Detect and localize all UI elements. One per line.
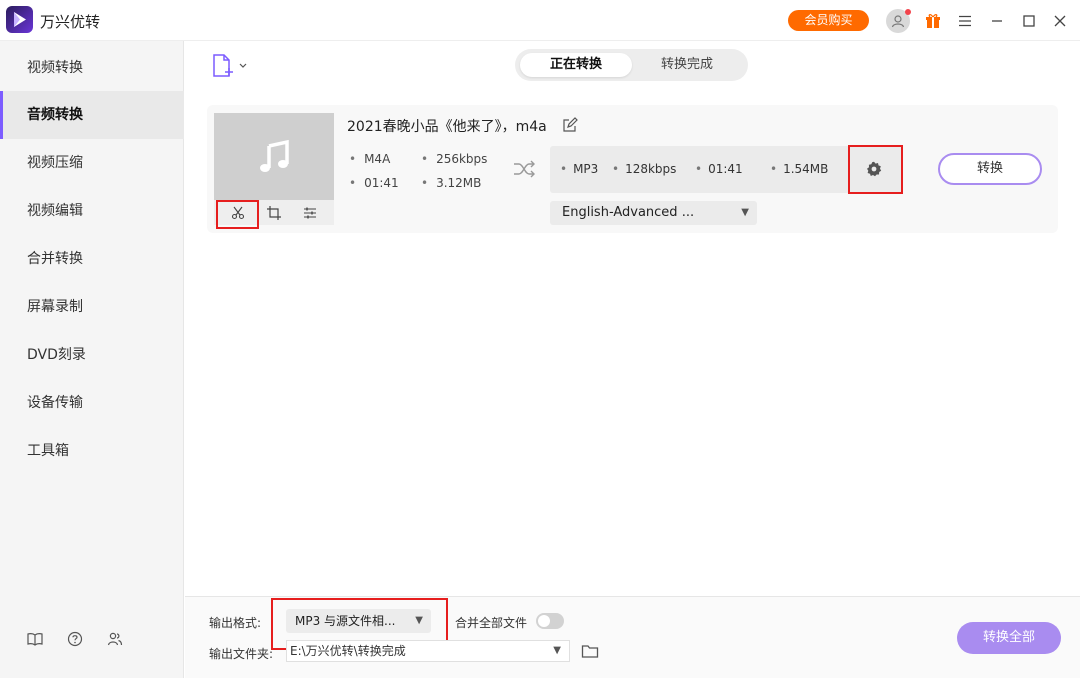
- toggle-knob: [538, 615, 550, 627]
- music-note-icon: [260, 139, 289, 172]
- convert-button[interactable]: 转换: [938, 153, 1042, 185]
- output-format-label: 输出格式:: [209, 616, 262, 630]
- highlight-settings: [848, 145, 903, 194]
- help-icon[interactable]: [65, 629, 85, 649]
- file-name: 2021春晚小品《他来了》，m4a: [347, 119, 547, 135]
- convert-arrow-icon: [513, 159, 537, 179]
- sidebar-item-dvd-burn[interactable]: DVD刻录: [0, 331, 184, 379]
- edit-icon[interactable]: [562, 117, 578, 133]
- sidebar-item-device-transfer[interactable]: 设备传输: [0, 379, 184, 427]
- book-icon[interactable]: [25, 629, 45, 649]
- effects-icon[interactable]: [296, 200, 324, 225]
- chevron-down-icon: ▼: [741, 207, 749, 218]
- output-bitrate: 128kbps: [612, 162, 676, 176]
- output-folder-value: E:\万兴优转\转换完成: [290, 644, 406, 658]
- output-folder-label: 输出文件夹:: [209, 647, 274, 661]
- sidebar-item-video-convert[interactable]: 视频转换: [0, 44, 184, 92]
- sidebar-item-video-compress[interactable]: 视频压缩: [0, 139, 184, 187]
- audio-track-value: English-Advanced ...: [562, 205, 695, 220]
- app-logo: [6, 6, 33, 33]
- source-size: 3.12MB: [421, 176, 481, 190]
- output-format: MP3: [560, 162, 598, 176]
- notification-dot: [905, 9, 911, 15]
- source-duration: 01:41: [349, 176, 399, 190]
- user-avatar-icon[interactable]: [886, 9, 911, 33]
- chevron-down-icon: ▼: [553, 645, 561, 656]
- sidebar-item-screen-record[interactable]: 屏幕录制: [0, 283, 184, 331]
- output-folder-select[interactable]: E:\万兴优转\转换完成 ▼: [286, 640, 570, 662]
- maximize-icon[interactable]: [1017, 9, 1041, 33]
- app-title: 万兴优转: [40, 13, 101, 31]
- vip-purchase-button[interactable]: 会员购买: [788, 10, 869, 31]
- title-bar: 万兴优转 会员购买: [0, 0, 1080, 41]
- tab-converting[interactable]: 正在转换: [520, 53, 632, 77]
- audio-track-select[interactable]: English-Advanced ... ▼: [550, 201, 757, 225]
- highlight-trim-tool: [216, 200, 259, 229]
- sidebar-item-audio-convert[interactable]: 音频转换: [0, 91, 184, 139]
- sidebar: 视频转换 音频转换 视频压缩 视频编辑 合并转换 屏幕录制 DVD刻录 设备传输…: [0, 41, 184, 678]
- sidebar-item-toolbox[interactable]: 工具箱: [0, 427, 184, 475]
- source-bitrate: 256kbps: [421, 152, 487, 166]
- merge-files-label: 合并全部文件: [455, 616, 528, 630]
- folder-icon[interactable]: [581, 642, 599, 660]
- tab-completed[interactable]: 转换完成: [632, 53, 742, 77]
- status-tabs: 正在转换 转换完成: [515, 49, 748, 81]
- minimize-icon[interactable]: [985, 9, 1009, 33]
- sidebar-item-merge[interactable]: 合并转换: [0, 235, 184, 283]
- output-duration: 01:41: [695, 162, 743, 176]
- close-icon[interactable]: [1048, 9, 1072, 33]
- audio-thumbnail: [214, 113, 334, 200]
- user-group-icon[interactable]: [105, 629, 125, 649]
- sidebar-item-video-edit[interactable]: 视频编辑: [0, 187, 184, 235]
- add-file-button[interactable]: [210, 53, 250, 79]
- merge-files-toggle[interactable]: [536, 613, 564, 629]
- crop-icon[interactable]: [260, 200, 288, 225]
- menu-icon[interactable]: [953, 9, 977, 33]
- output-size: 1.54MB: [770, 162, 828, 176]
- source-format: M4A: [349, 152, 390, 166]
- gift-icon[interactable]: [921, 9, 945, 33]
- convert-all-button[interactable]: 转换全部: [957, 622, 1061, 654]
